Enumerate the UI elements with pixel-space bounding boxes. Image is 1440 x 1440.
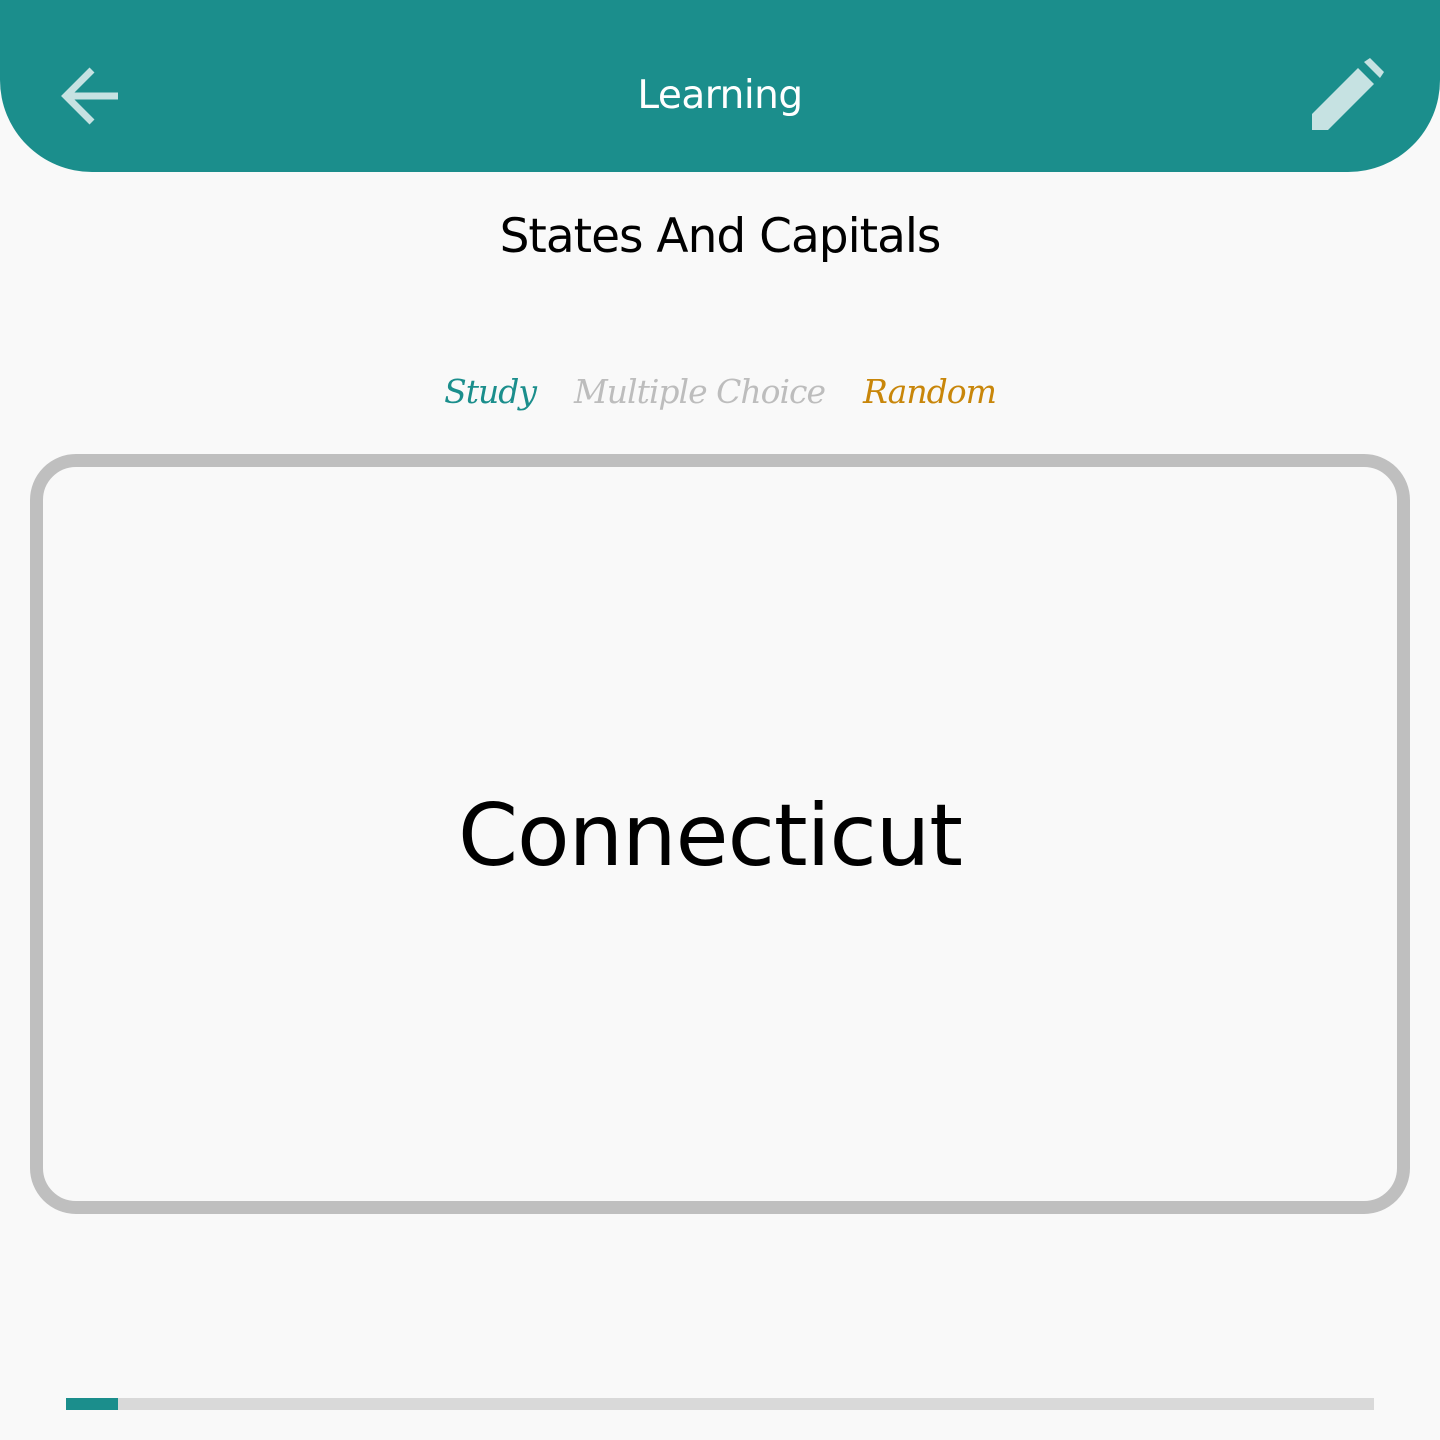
- pencil-icon: [1312, 58, 1384, 130]
- tab-multiple-choice[interactable]: Multiple Choice: [574, 366, 826, 418]
- flashcard[interactable]: Connecticut: [30, 454, 1410, 1214]
- arrow-left-icon: [61, 67, 118, 125]
- progress-bar: [66, 1398, 1374, 1410]
- edit-button[interactable]: [1296, 48, 1396, 144]
- flashcard-text: Connecticut: [458, 786, 963, 886]
- app-title: Learning: [637, 73, 803, 118]
- tab-study[interactable]: Study: [444, 366, 537, 418]
- progress-fill: [66, 1398, 119, 1410]
- deck-title: States And Capitals: [499, 209, 942, 264]
- app-bar: Learning: [0, 0, 1440, 172]
- back-button[interactable]: [44, 48, 140, 144]
- mode-tabs: Study Multiple Choice Random: [0, 366, 1440, 418]
- tab-random[interactable]: Random: [863, 366, 997, 418]
